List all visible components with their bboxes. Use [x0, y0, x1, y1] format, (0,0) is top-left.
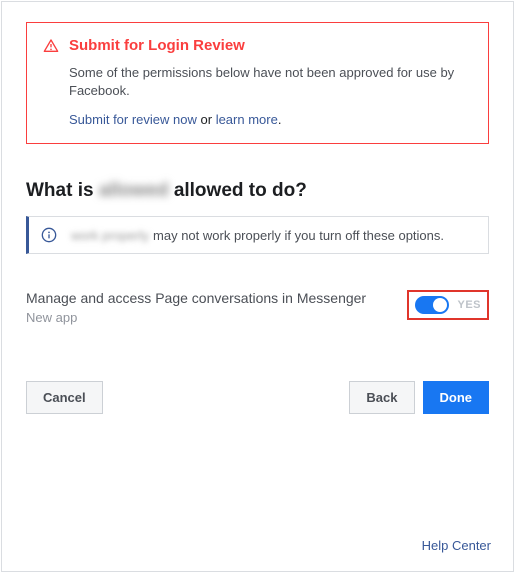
info-banner: work properly may not work properly if y…	[26, 216, 489, 254]
button-row: Cancel Back Done	[26, 381, 489, 414]
alert-title: Submit for Login Review	[69, 37, 245, 54]
toggle-highlight: YES	[407, 290, 489, 320]
learn-more-link[interactable]: learn more	[216, 112, 278, 127]
warning-icon	[43, 38, 59, 54]
back-button[interactable]: Back	[349, 381, 414, 414]
info-hidden-text: work properly	[71, 228, 149, 243]
submit-review-link[interactable]: Submit for review now	[69, 112, 197, 127]
info-icon	[41, 227, 57, 243]
help-center-link[interactable]: Help Center	[422, 538, 491, 553]
button-group-right: Back Done	[349, 381, 489, 414]
permissions-heading: What is allowed allowed to do?	[26, 180, 489, 202]
permission-label: Manage and access Page conversations in …	[26, 290, 366, 306]
permission-text: Manage and access Page conversations in …	[26, 290, 366, 325]
permission-sub: New app	[26, 310, 366, 325]
permission-row: Manage and access Page conversations in …	[26, 290, 489, 325]
cancel-button[interactable]: Cancel	[26, 381, 103, 414]
done-button[interactable]: Done	[423, 381, 490, 414]
login-review-alert: Submit for Login Review Some of the perm…	[26, 22, 489, 144]
heading-app-name: allowed	[99, 180, 169, 201]
alert-or-text: or	[197, 112, 216, 127]
alert-body: Some of the permissions below have not b…	[69, 64, 472, 100]
toggle-state-label: YES	[457, 299, 481, 311]
alert-header: Submit for Login Review	[43, 37, 472, 54]
dialog-container: Submit for Login Review Some of the perm…	[1, 1, 514, 572]
toggle-knob	[433, 298, 447, 312]
permission-toggle[interactable]	[415, 296, 449, 314]
alert-period: .	[278, 112, 282, 127]
alert-actions: Submit for review now or learn more.	[69, 112, 472, 127]
info-text: may not work properly if you turn off th…	[153, 228, 444, 243]
heading-prefix: What is	[26, 180, 99, 201]
heading-suffix: allowed to do?	[174, 180, 307, 201]
